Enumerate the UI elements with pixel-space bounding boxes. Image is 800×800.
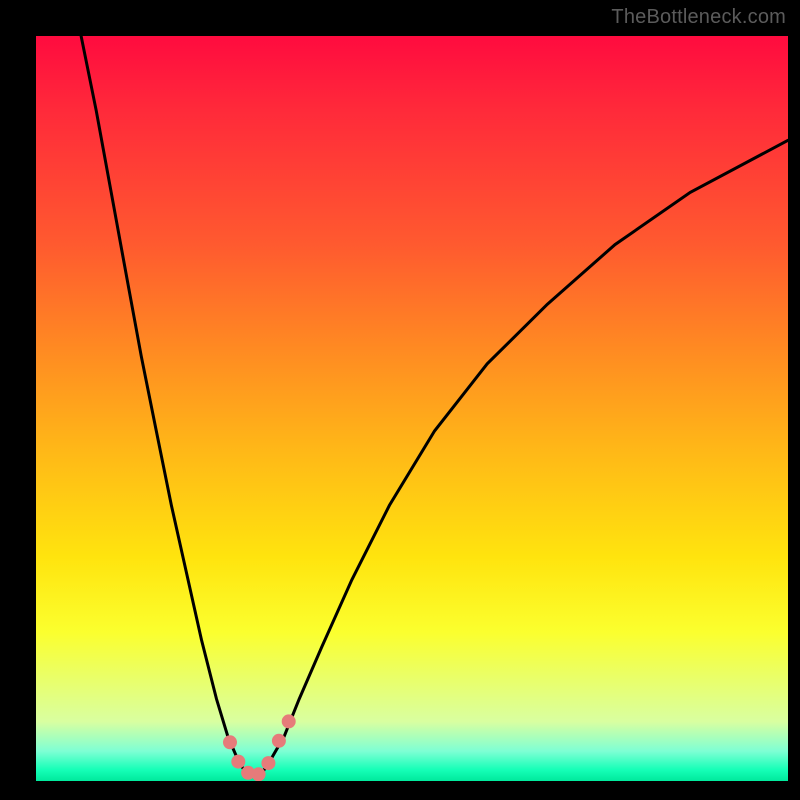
watermark-text: TheBottleneck.com <box>611 6 786 29</box>
curve-dot <box>272 734 286 748</box>
chart-frame: TheBottleneck.com <box>0 0 800 800</box>
plot-area <box>36 36 788 781</box>
curve-dot <box>282 714 296 728</box>
bottleneck-curve-path <box>81 36 788 777</box>
curve-dot <box>223 735 237 749</box>
bottleneck-curve-svg <box>36 36 788 781</box>
curve-dot <box>261 756 275 770</box>
curve-dots <box>223 714 296 781</box>
curve-dot <box>231 755 245 769</box>
curve-dot <box>252 767 266 781</box>
